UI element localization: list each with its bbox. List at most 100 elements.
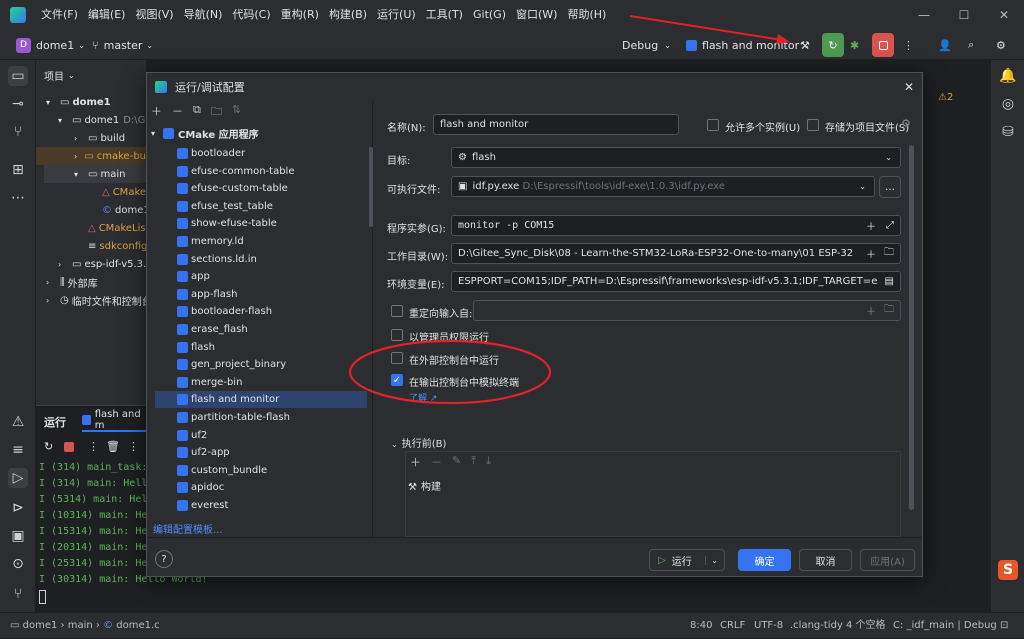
tree-item[interactable]: △ CMakeList [88, 219, 150, 237]
move-up-icon[interactable]: ⤒ [471, 454, 476, 470]
more-tools-icon[interactable]: ⋯ [8, 188, 28, 208]
config-item[interactable]: app-flash [155, 286, 367, 303]
ai-assistant-icon[interactable]: ◎ [998, 94, 1018, 114]
commit-icon[interactable]: ⊸ [8, 94, 28, 114]
console-cursor[interactable] [39, 590, 46, 604]
help-icon[interactable]: ? [155, 550, 173, 568]
menu-item[interactable]: Git(G) [468, 0, 511, 30]
add-user-icon[interactable]: 👤 [938, 33, 952, 57]
add-icon[interactable]: ＋ [866, 218, 876, 233]
add-icon[interactable]: ＋ [866, 303, 876, 318]
browse-button[interactable]: … [879, 176, 901, 198]
config-item[interactable]: bootloader [155, 145, 367, 162]
working-dir-input[interactable]: D:\Gitee_Sync_Disk\08 - Learn-the-STM32-… [451, 243, 901, 264]
tree-item[interactable]: △ CMake [102, 183, 146, 201]
run-tab[interactable]: flash and m [82, 409, 146, 432]
tree-item[interactable]: ▾ ▭ dome1 [46, 93, 111, 111]
config-group[interactable]: ▾ CMake 应用程序 [151, 125, 259, 142]
add-icon[interactable]: ＋ [866, 246, 876, 261]
rerun-icon[interactable]: ↻ [44, 440, 53, 453]
config-item[interactable]: flash [155, 339, 367, 356]
project-folder-icon[interactable]: ▭ [8, 66, 28, 86]
menu-item[interactable]: 重构(R) [276, 0, 324, 30]
settings-gear-icon[interactable]: ⚙ [901, 117, 911, 130]
close-icon[interactable]: ✕ [904, 80, 914, 94]
run-button[interactable]: ▷ 运行 ⌄ [649, 549, 725, 571]
config-item[interactable]: everest [155, 497, 367, 514]
expand-icon[interactable]: ⤢ [886, 220, 894, 231]
cursor-position[interactable]: 8:40 [690, 613, 712, 639]
config-item[interactable]: efuse_test_table [155, 198, 367, 215]
remove-icon[interactable]: － [172, 103, 183, 122]
stop-icon[interactable] [872, 33, 894, 57]
branch-selector[interactable]: ⑂ master ⌄ [92, 33, 153, 57]
ime-s-icon[interactable]: S [998, 560, 1018, 580]
remove-icon[interactable]: － [431, 454, 442, 470]
code-style[interactable]: .clang-tidy [790, 613, 843, 639]
config-item[interactable]: show-efuse-table [155, 215, 367, 232]
before-launch-item[interactable]: ⚒ 构建 [408, 478, 441, 493]
config-item[interactable]: flash and monitor [155, 391, 367, 409]
config-item[interactable]: merge-bin [155, 374, 367, 391]
rerun-icon[interactable]: ↻ [822, 33, 844, 57]
database-icon[interactable]: ⛁ [998, 122, 1018, 142]
minimize-icon[interactable]: — [904, 0, 944, 30]
tree-item[interactable]: ▾ ▭ main [44, 165, 146, 183]
menu-item[interactable]: 运行(U) [372, 0, 421, 30]
tree-item[interactable]: ▾ ▭ dome1 D:\Gi [58, 111, 148, 129]
search-icon[interactable]: ⌕ [968, 33, 974, 57]
move-down-icon[interactable]: ⤓ [486, 454, 491, 470]
pull-request-icon[interactable]: ⑂ [8, 122, 28, 142]
executable-select[interactable]: ▣ idf.py.exe D:\Espressif\tools\idf-exe\1… [451, 176, 875, 197]
git-icon[interactable]: ⑂ [8, 584, 28, 604]
store-as-file-checkbox[interactable] [807, 119, 819, 131]
notifications-bell-icon[interactable]: 🔔 [998, 66, 1018, 86]
name-input[interactable]: flash and monitor [433, 114, 679, 135]
config-item[interactable]: gen_project_binary [155, 356, 367, 373]
debug-bug-icon[interactable]: ✱ [850, 33, 866, 57]
menu-item[interactable]: 导航(N) [179, 0, 228, 30]
warning-icon[interactable]: ⚠ [8, 412, 28, 432]
project-panel-title[interactable]: 项目 ⌄ [44, 66, 75, 84]
settings-gear-icon[interactable]: ⚙ [996, 33, 1006, 57]
more-actions-icon[interactable]: ⋮ [903, 33, 914, 57]
edit-templates-link[interactable]: 编辑配置模板... [153, 521, 223, 536]
config-item[interactable]: partition-table-flash [155, 409, 367, 426]
close-window-icon[interactable]: ✕ [984, 0, 1024, 30]
run-tool-icon[interactable]: ▷ [8, 468, 28, 488]
line-separator[interactable]: CRLF [720, 613, 745, 639]
build-hammer-icon[interactable]: ⚒ [800, 33, 816, 57]
config-item[interactable]: apidoc [155, 479, 367, 496]
indent-setting[interactable]: 4 个空格 [846, 613, 886, 639]
stop-icon[interactable] [64, 442, 74, 452]
config-item[interactable]: app [155, 268, 367, 285]
tree-item[interactable]: › ◷ 临时文件和控制台 [46, 291, 152, 309]
trash-icon[interactable]: 🗑 [106, 440, 120, 453]
folder-icon[interactable]: 🗀 [884, 245, 894, 262]
tree-item[interactable]: › ⫼ 外部库 [46, 273, 98, 291]
menu-item[interactable]: 窗口(W) [511, 0, 562, 30]
apply-button[interactable]: 应用(A) [860, 549, 915, 571]
config-item[interactable]: sections.ld.in [155, 251, 367, 268]
config-item[interactable]: uf2 [155, 427, 367, 444]
structure-icon[interactable]: ⊞ [8, 160, 28, 180]
copy-icon[interactable]: ⧉ [193, 103, 201, 122]
target-select[interactable]: ⚙ flash ⌄ [451, 147, 901, 168]
problems-icon[interactable]: ⊙ [8, 554, 28, 574]
resolve-context[interactable]: C: _idf_main | Debug [893, 613, 997, 639]
menu-item[interactable]: 视图(V) [130, 0, 178, 30]
config-item[interactable]: bootloader-flash [155, 303, 367, 320]
file-encoding[interactable]: UTF-8 [754, 613, 783, 639]
menu-item[interactable]: 工具(T) [421, 0, 468, 30]
config-item[interactable]: efuse-custom-table [155, 180, 367, 197]
ok-button[interactable]: 确定 [738, 549, 791, 571]
menu-item[interactable]: 文件(F) [36, 0, 83, 30]
scrollbar[interactable] [369, 147, 373, 227]
config-item[interactable]: efuse-common-table [155, 163, 367, 180]
todo-list-icon[interactable]: ≡ [8, 440, 28, 460]
env-vars-input[interactable]: ESPPORT=COM15;IDF_PATH=D:\Espressif\fram… [451, 271, 901, 292]
config-item[interactable]: erase_flash [155, 321, 367, 338]
add-icon[interactable]: ＋ [151, 103, 162, 122]
before-launch-section[interactable]: ⌄ 执行前(B) [391, 435, 446, 450]
cancel-button[interactable]: 取消 [799, 549, 852, 571]
